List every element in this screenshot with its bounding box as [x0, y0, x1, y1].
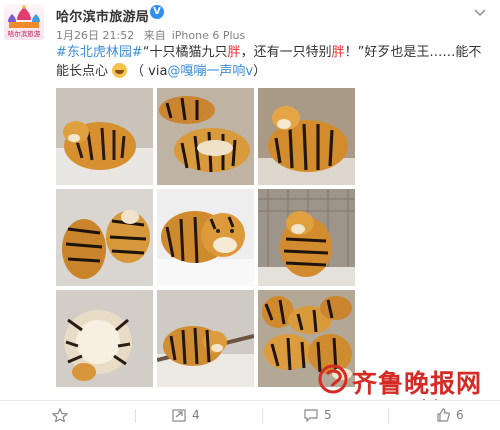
verified-badge-icon: V	[150, 5, 164, 19]
source-prefix: 来自	[143, 29, 166, 42]
avatar[interactable]: 哈尔滨旅游	[4, 4, 44, 40]
image-tigers-on-snow-ground[interactable]	[56, 189, 153, 286]
laugh-cry-emoji-icon	[112, 63, 128, 78]
like-count: 6	[456, 408, 464, 422]
via-open: （ via	[131, 64, 168, 79]
highlight-fat: 胖	[331, 45, 345, 60]
repost-button[interactable]: 4	[172, 408, 200, 424]
image-tiger-face-closeup[interactable]	[157, 189, 254, 286]
image-tigers-lying-in-group[interactable]	[157, 88, 254, 185]
highlight-fat: 胖	[227, 45, 241, 60]
avatar-caption: 哈尔滨旅游	[8, 29, 41, 38]
post-header: 哈尔滨旅游 哈尔滨市旅游局 V 1月26日 21:52 来自 iPhone 6 P…	[0, 0, 500, 44]
thumbs-up-icon	[437, 408, 450, 422]
via-close: ）	[253, 64, 267, 79]
repost-count: 4	[192, 408, 200, 422]
repost-icon	[172, 409, 186, 422]
post-text: #东北虎林园#“十只橘猫九只胖，还有一只特别胖！”好歹也是王……能不能长点心（ …	[56, 43, 486, 81]
text-part: ，还有一只特别	[240, 45, 332, 60]
hashtag-link[interactable]: #东北虎林园#	[56, 45, 143, 60]
image-fat-tiger-lying-on-snow[interactable]	[56, 88, 153, 185]
comment-icon	[304, 409, 318, 423]
comment-button[interactable]: 5	[304, 408, 332, 424]
image-tiger-crouching-by-branch[interactable]	[157, 290, 254, 387]
post-source[interactable]: iPhone 6 Plus	[172, 29, 246, 42]
post-date[interactable]: 1月26日 21:52	[56, 29, 134, 42]
divider	[262, 409, 263, 423]
image-grid	[56, 88, 356, 388]
image-tiger-sitting-by-fence[interactable]	[258, 189, 355, 286]
favorite-button[interactable]	[51, 407, 74, 424]
text-part: “十只橘猫九只	[142, 45, 228, 60]
comment-count: 5	[324, 408, 332, 422]
divider	[388, 409, 389, 423]
chevron-down-icon[interactable]	[472, 6, 488, 20]
star-icon	[51, 407, 69, 423]
account-name[interactable]: 哈尔滨市旅游局	[56, 6, 149, 25]
divider	[135, 409, 136, 423]
harbin-tourism-logo-icon: 哈尔滨旅游	[8, 5, 41, 38]
qlwb-logo-icon	[318, 364, 348, 394]
like-button[interactable]: 6	[436, 408, 464, 424]
image-tiger-sleeping-on-back[interactable]	[56, 290, 153, 387]
post-meta: 1月26日 21:52 来自 iPhone 6 Plus	[56, 27, 251, 43]
watermark-name: 齐鲁晚报网	[352, 369, 483, 398]
via-user-link[interactable]: @嘎嘣一声响v	[167, 64, 253, 79]
action-bar: 4 5 6	[0, 400, 500, 430]
image-chubby-tiger-standing[interactable]	[258, 88, 355, 185]
